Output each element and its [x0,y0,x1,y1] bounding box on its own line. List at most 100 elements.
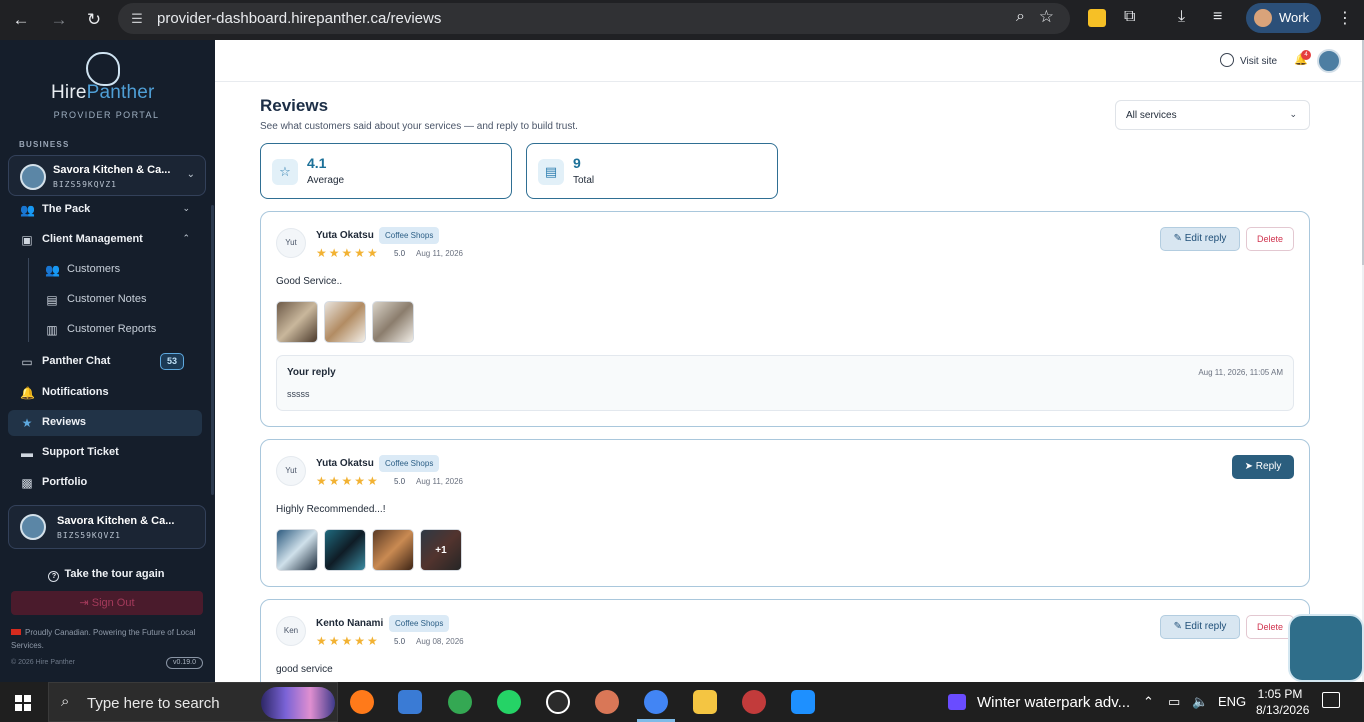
edit-reply-button[interactable]: ✎ Edit reply [1160,227,1240,251]
visit-site-label: Visit site [1240,56,1278,67]
sidebar-item-label: Portfolio [42,476,88,488]
chrome-active-icon[interactable] [644,690,668,714]
review-photo[interactable] [372,301,414,343]
reload-icon[interactable]: ↻ [82,8,106,32]
tray-expand-icon[interactable]: ⌃ [1143,694,1154,710]
chatgpt-icon[interactable] [546,690,570,714]
sidebar-item-customers[interactable]: 👥 Customers [8,257,202,283]
reply-heading: Your reply [287,367,336,378]
whatsapp-icon[interactable] [497,690,521,714]
site-info-icon[interactable]: ☰ [128,10,146,28]
delete-reply-button[interactable]: Delete [1246,227,1294,251]
volume-icon[interactable]: 🔈 [1192,694,1208,710]
reviewer-name: Kento Nanami [316,618,384,629]
chat-assistant-button[interactable] [1288,614,1364,682]
bookmark-star-icon[interactable]: ☆ [1039,7,1054,27]
profile-avatar [1254,9,1272,27]
sidebar-item-portfolio[interactable]: ▩ Portfolio [8,470,202,496]
rating-stars: ★★★★★ [316,474,380,488]
globe-icon [1220,53,1234,67]
review-date: Aug 08, 2026 [416,637,464,646]
footer-text: Proudly Canadian. Powering the Future of… [11,628,196,650]
sidebar-item-label: Customers [67,263,121,275]
business-switcher[interactable]: Savora Kitchen & Ca... BIZS59KQVZ1 ⌄ [8,155,206,196]
file-explorer-icon[interactable] [693,690,717,714]
search-highlight-image [261,687,335,719]
people-icon: 👥 [45,263,60,277]
browser-menu-icon[interactable]: ⋮ [1337,8,1353,28]
claude-icon[interactable] [595,690,619,714]
delete-reply-button[interactable]: Delete [1246,615,1294,639]
action-center-icon[interactable] [1322,692,1340,708]
back-icon[interactable]: ← [9,8,33,32]
sign-out-button[interactable]: ⇥ Sign Out [11,591,203,615]
pencil-icon: ✎ [1173,233,1185,244]
profile-button[interactable]: Work [1246,3,1321,33]
windows-start-icon[interactable] [15,695,31,711]
sidebar: HirePanther PROVIDER PORTAL BUSINESS Sav… [0,40,215,682]
review-photo[interactable] [276,301,318,343]
edit-reply-button[interactable]: ✎ Edit reply [1160,615,1240,639]
visit-site-link[interactable]: Visit site [1220,53,1277,67]
reviewer-avatar: Ken [276,616,306,646]
clock[interactable]: 1:05 PM 8/13/2026 [1256,686,1309,718]
total-reviews-card: ▤ 9 Total [526,143,778,199]
total-reviews-label: Total [573,175,595,186]
review-photo[interactable] [372,529,414,571]
sidebar-item-customer-reports[interactable]: ▥ Customer Reports [8,317,202,343]
chevron-down-icon: ⌄ [186,169,195,180]
battery-icon[interactable]: ▭ [1168,694,1180,710]
chrome-icon[interactable] [448,690,472,714]
reply-button[interactable]: ➤ Reply [1232,455,1294,479]
rating-stars: ★★★★★ [316,634,380,648]
logout-icon: ⇥ [79,597,92,609]
review-card: Ken Kento Nanami Coffee Shops ★★★★★ 5.0 … [260,599,1310,682]
extension-icon[interactable] [1088,9,1106,27]
photos-icon[interactable] [791,690,815,714]
search-icon: ⌕ [61,693,70,710]
download-icon[interactable]: ⤓ [1178,8,1185,26]
copyright: © 2026 Hire Panther [11,659,75,666]
note-icon: ▤ [46,293,58,307]
zoom-icon[interactable]: ⌕ [1016,8,1025,26]
sidebar-item-notifications[interactable]: 🔔 Notifications [8,380,202,406]
take-tour-button[interactable]: ? Take the tour again [0,568,213,582]
sidebar-item-reviews[interactable]: ★ Reviews [8,410,202,436]
review-text: Highly Recommended...! [276,504,386,515]
tour-label: Take the tour again [64,568,165,580]
address-bar[interactable]: ☰ provider-dashboard.hirepanther.ca/revi… [118,3,1070,34]
sidebar-item-client-management[interactable]: ▣ Client Management ⌃ [8,227,202,253]
firefox-icon[interactable] [350,690,374,714]
review-text: good service [276,664,333,675]
sidebar-item-customer-notes[interactable]: ▤ Customer Notes [8,287,202,313]
current-business-card[interactable]: Savora Kitchen & Ca... BIZS59KQVZ1 [8,505,206,549]
review-date: Aug 11, 2026 [416,477,464,486]
media-control-icon[interactable]: ≡ [1213,8,1222,26]
language-indicator[interactable]: ENG [1218,694,1246,709]
reviewer-name: Yuta Okatsu [316,230,374,241]
review-photo[interactable] [324,529,366,571]
review-photo[interactable] [324,301,366,343]
service-tag: Coffee Shops [379,227,440,244]
sidebar-item-support-ticket[interactable]: ▬ Support Ticket [8,440,202,466]
ticket-icon: ▬ [21,446,33,460]
sidebar-item-the-pack[interactable]: 👥 The Pack ⌄ [8,197,202,223]
video-app-icon[interactable] [948,694,966,710]
paint-app-icon[interactable] [742,690,766,714]
version-badge: v0.19.0 [166,657,203,669]
url-text[interactable]: provider-dashboard.hirepanther.ca/review… [157,10,441,27]
sidebar-item-panther-chat[interactable]: ▭ Panther Chat 53 [8,349,202,375]
brand-logo[interactable]: HirePanther [51,82,155,104]
more-photos-thumb[interactable]: +1 [420,529,462,571]
laptop-app-icon[interactable] [398,690,422,714]
sidebar-scrollbar[interactable] [211,205,214,495]
taskbar-search[interactable]: ⌕ Type here to search [48,682,338,722]
reviewer-name: Yuta Okatsu [316,458,374,469]
user-avatar[interactable] [1317,49,1341,73]
review-text: Good Service.. [276,276,343,287]
taskbar-window-title[interactable]: Winter waterpark adv... [977,694,1130,711]
service-filter-select[interactable]: All services ⌄ [1115,100,1310,130]
extensions-puzzle-icon[interactable]: ⧉ [1124,8,1135,26]
forward-icon[interactable]: → [47,8,71,32]
review-photo[interactable] [276,529,318,571]
